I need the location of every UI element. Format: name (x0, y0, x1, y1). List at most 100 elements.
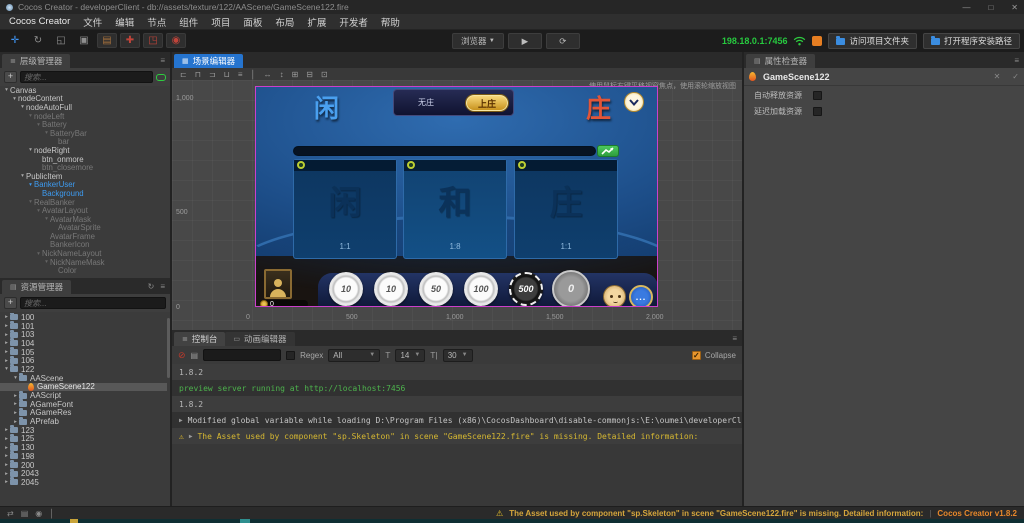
align-icon-8[interactable]: ⊞ (292, 70, 299, 79)
add-widget-tool-icon[interactable]: ✚ (120, 33, 140, 48)
log-level-dropdown[interactable]: All▼ (328, 349, 380, 362)
asset-123[interactable]: ▸123 (0, 426, 167, 435)
expand-arrow-icon[interactable]: ▾ (35, 251, 42, 257)
refresh-assets-icon[interactable]: ↻ (148, 282, 155, 291)
hierarchy-node-nodeLeft[interactable]: ▾nodeLeft (0, 112, 170, 121)
align-icon-9[interactable]: ⊟ (306, 70, 313, 79)
tab-scene-editor[interactable]: ▦ 场景编辑器 (174, 54, 243, 68)
expand-arrow-icon[interactable]: ▸ (3, 453, 10, 459)
menu-item-1[interactable]: 文件 (83, 15, 102, 29)
panel-menu-icon[interactable]: ≡ (160, 282, 165, 291)
expand-arrow-icon[interactable]: ▸ (3, 349, 10, 355)
menu-item-4[interactable]: 组件 (179, 15, 198, 29)
emoji-monkey-button[interactable] (603, 285, 626, 307)
expand-arrow-icon[interactable]: ▸ (3, 323, 10, 329)
expand-arrow-icon[interactable]: ▸ (12, 401, 19, 407)
asset-106[interactable]: ▸106 (0, 356, 167, 365)
expand-arrow-icon[interactable]: ▸ (3, 471, 10, 477)
hierarchy-node-nodeAutoFull[interactable]: ▾nodeAutoFull (0, 103, 170, 112)
revert-icon[interactable]: ✕ (994, 72, 1001, 81)
expand-arrow-icon[interactable]: ▾ (3, 87, 10, 93)
hierarchy-node-Battery[interactable]: ▾Battery (0, 120, 170, 129)
expand-arrow-icon[interactable]: ▸ (3, 479, 10, 485)
menu-item-3[interactable]: 节点 (147, 15, 166, 29)
notification-icon[interactable] (812, 36, 822, 46)
tab-inspector[interactable]: ▤ 属性检查器 (746, 54, 815, 68)
hierarchy-node-bar[interactable]: bar (0, 138, 170, 147)
scale-tool-icon[interactable]: ◱ (51, 33, 71, 48)
expand-arrow-icon[interactable]: ▾ (11, 96, 18, 102)
collapse-checkbox[interactable]: ✓ (692, 351, 701, 360)
hierarchy-node-BankerIcon[interactable]: BankerIcon (0, 241, 170, 250)
chip-10[interactable]: 10 (329, 272, 363, 306)
menu-item-6[interactable]: 面板 (243, 15, 262, 29)
align-icon-6[interactable]: ↔ (264, 70, 272, 79)
minimize-button[interactable]: — (962, 3, 970, 12)
expand-arrow-icon[interactable]: ▾ (43, 259, 50, 265)
hierarchy-node-btn_onmore[interactable]: btn_onmore (0, 155, 170, 164)
regex-checkbox[interactable] (286, 351, 295, 360)
asset-104[interactable]: ▸104 (0, 339, 167, 348)
hierarchy-node-NickNameMask[interactable]: ▾NickNameMask (0, 258, 170, 267)
chip-10[interactable]: 10 (374, 272, 408, 306)
move-tool-icon[interactable]: ✛ (5, 33, 25, 48)
expand-arrow-icon[interactable]: ▾ (27, 113, 34, 119)
line-height-dropdown[interactable]: 30▼ (443, 349, 473, 362)
expand-arrow-icon[interactable]: ▾ (19, 104, 26, 110)
hierarchy-node-BankerUser[interactable]: ▾BankerUser (0, 181, 170, 190)
expand-arrow-icon[interactable]: ▸ (3, 314, 10, 320)
menu-item-7[interactable]: 布局 (275, 15, 294, 29)
asset-101[interactable]: ▸101 (0, 322, 167, 331)
menu-item-5[interactable]: 项目 (211, 15, 230, 29)
panel-menu-icon[interactable]: ≡ (732, 334, 737, 343)
hierarchy-node-nodeContent[interactable]: ▾nodeContent (0, 95, 170, 104)
hierarchy-node-Background[interactable]: Background (0, 189, 170, 198)
align-icon-7[interactable]: ↕ (280, 70, 284, 79)
canvas-fit-tool-icon[interactable]: ▤ (97, 33, 117, 48)
expand-arrow-icon[interactable]: ▸ (3, 332, 10, 338)
expand-arrow-icon[interactable]: ▶ (179, 417, 183, 424)
asset-2043[interactable]: ▸2043 (0, 469, 167, 478)
expand-arrow-icon[interactable]: ▸ (3, 427, 10, 433)
asset-103[interactable]: ▸103 (0, 330, 167, 339)
chip-100[interactable]: 100 (464, 272, 498, 306)
assets-scrollbar[interactable] (167, 318, 170, 378)
maximize-button[interactable]: □ (988, 3, 993, 12)
hierarchy-node-RealBanker[interactable]: ▾RealBanker (0, 198, 170, 207)
asset-AGameRes[interactable]: ▸AGameRes (0, 409, 167, 418)
align-corner-tool-icon[interactable]: ◳ (143, 33, 163, 48)
asset-APrefab[interactable]: ▸APrefab (0, 417, 167, 426)
create-node-button[interactable]: + (4, 71, 17, 83)
align-icon-1[interactable]: ⊓ (195, 70, 201, 79)
hierarchy-node-NickNameLayout[interactable]: ▾NickNameLayout (0, 249, 170, 258)
hierarchy-node-AvatarFrame[interactable]: AvatarFrame (0, 232, 170, 241)
expand-arrow-icon[interactable]: ▾ (35, 122, 42, 128)
apply-icon[interactable]: ✓ (1012, 72, 1019, 81)
open-project-folder-button[interactable]: 访问项目文件夹 (828, 33, 917, 49)
scene-viewport[interactable]: 使用鼠标右键平移视窗焦点，使用滚轮缩放视图 闲 庄 无庄 上庄 闲1:1和1:8… (172, 80, 742, 330)
become-banker-button[interactable]: 上庄 (466, 95, 508, 111)
expand-arrow-icon[interactable]: ▾ (19, 173, 26, 179)
asset-100[interactable]: ▸100 (0, 313, 167, 322)
chat-button[interactable]: ... (629, 285, 653, 307)
asset-122[interactable]: ▾122 (0, 365, 167, 374)
hierarchy-search-input[interactable] (20, 71, 153, 83)
align-icon-3[interactable]: ⊔ (224, 70, 230, 79)
asset-2045[interactable]: ▸2045 (0, 478, 167, 487)
game-canvas[interactable]: 闲 庄 无庄 上庄 闲1:1和1:8庄1:1 0 (255, 86, 658, 307)
hierarchy-node-AvatarMask[interactable]: ▾AvatarMask (0, 215, 170, 224)
statusbar-warning-text[interactable]: The Asset used by component "sp.Skeleton… (509, 509, 923, 518)
asset-AAScene[interactable]: ▾AAScene (0, 374, 167, 383)
expand-arrow-icon[interactable]: ▶ (189, 433, 193, 440)
bet-zone-3[interactable]: 庄1:1 (514, 159, 618, 259)
open-log-file-icon[interactable]: ▤ (191, 351, 199, 360)
align-icon-4[interactable]: ≡ (238, 70, 243, 79)
play-button[interactable]: ▶ (508, 33, 542, 49)
menu-item-8[interactable]: 扩展 (307, 15, 326, 29)
expand-arrow-icon[interactable]: ▸ (3, 340, 10, 346)
expand-arrow-icon[interactable]: ▾ (27, 199, 34, 205)
bet-zone-2[interactable]: 和1:8 (403, 159, 507, 259)
console-log-row[interactable]: ▶Modified global variable while loading … (172, 412, 742, 428)
expand-arrow-icon[interactable]: ▸ (3, 462, 10, 468)
asset-130[interactable]: ▸130 (0, 443, 167, 452)
